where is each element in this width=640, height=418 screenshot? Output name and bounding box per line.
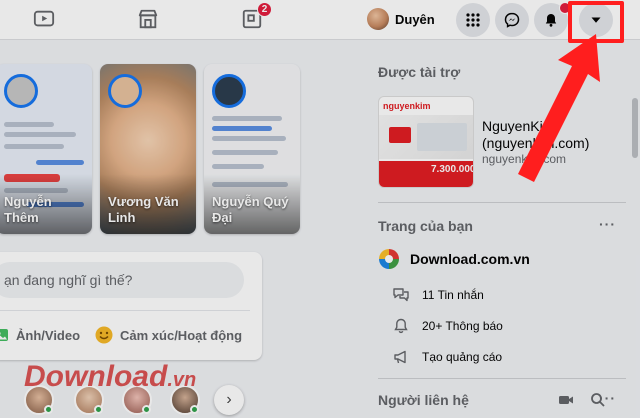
contacts-more-button[interactable]: ··· [599, 390, 616, 406]
video-camera-icon [559, 396, 573, 404]
ad-image[interactable]: nguyenkim 7.300.000 [378, 96, 474, 188]
profile-name: Duyên [395, 11, 435, 27]
gaming-badge: 2 [257, 2, 272, 17]
profile-chip[interactable]: Duyên [364, 5, 441, 33]
page-download-com-vn[interactable]: Download.com.vn [378, 248, 530, 270]
menu-grid-icon [466, 13, 480, 27]
page-notifications-link[interactable]: 20+ Thông báo [392, 317, 503, 335]
story-avatar [4, 74, 38, 108]
whats-on-your-mind-input[interactable]: ạn đang nghĩ gì thế? [0, 262, 244, 298]
photo-icon [0, 329, 8, 341]
story-card[interactable]: Nguyễn Quý Đại [204, 64, 300, 234]
new-room-button[interactable] [558, 392, 574, 408]
messenger-icon [504, 12, 520, 28]
feeling-activity-button[interactable]: Cảm xúc/Hoạt động [94, 322, 242, 348]
avatar [367, 8, 389, 30]
video-play-icon [33, 10, 55, 27]
page-messages-link[interactable]: 11 Tin nhắn [392, 286, 484, 304]
create-ad-link[interactable]: Tạo quảng cáo [392, 348, 502, 366]
megaphone-icon [394, 350, 406, 364]
bell-icon [394, 318, 408, 334]
story-avatar [212, 74, 246, 108]
scrollbar[interactable] [630, 40, 640, 418]
story-card[interactable]: Nguyễn Thêm [0, 64, 92, 234]
photo-video-label: Ảnh/Video [16, 327, 81, 343]
notifications-icon [545, 14, 557, 27]
your-pages-title: Trang của bạn [378, 218, 473, 234]
story-avatar [108, 74, 142, 108]
contacts-title: Người liên hệ [378, 392, 469, 408]
page-name: Download.com.vn [410, 251, 530, 267]
scrollbar-thumb[interactable] [632, 98, 638, 158]
feeling-activity-label: Cảm xúc/Hoạt động [120, 327, 243, 343]
post-composer: ạn đang nghĩ gì thế? Ảnh/Video Cảm xúc/H… [0, 252, 262, 360]
story-name: Nguyễn Thêm [4, 194, 52, 225]
photo-video-button[interactable]: Ảnh/Video [0, 322, 80, 348]
store-icon [138, 9, 158, 29]
marketplace-tab[interactable] [134, 6, 162, 32]
gaming-tab[interactable]: 2 [238, 2, 272, 32]
red-arrow-icon [518, 34, 600, 182]
pages-more-button[interactable]: ··· [599, 216, 616, 232]
next-contacts-button[interactable]: › [214, 385, 244, 415]
chat-bubbles-icon [393, 288, 409, 302]
chevron-right-icon: › [226, 391, 232, 408]
download-watermark: Download.vn [24, 360, 197, 393]
smiley-icon [95, 326, 113, 344]
story-name: Vương Văn Linh [108, 194, 179, 225]
story-card[interactable]: Vương Văn Linh [100, 64, 196, 234]
stories-row: Nguyễn Thêm Vương Văn Linh Nguyễn Quý Đạ… [0, 64, 310, 236]
story-name: Nguyễn Quý Đại [212, 194, 289, 225]
download-logo-icon [379, 249, 399, 269]
menu-button[interactable] [456, 3, 490, 37]
sponsored-title: Được tài trợ [378, 64, 461, 80]
watch-tab[interactable] [30, 6, 58, 32]
